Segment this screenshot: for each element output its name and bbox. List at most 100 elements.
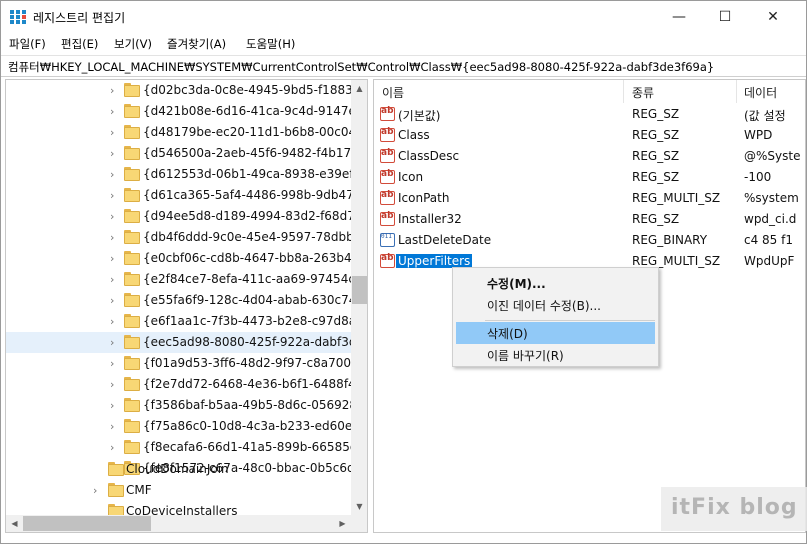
context-menu-delete[interactable]: 삭제(D) — [456, 322, 655, 344]
chevron-right-icon[interactable]: › — [110, 105, 120, 118]
chevron-right-icon[interactable]: › — [110, 315, 120, 328]
chevron-right-icon[interactable]: › — [110, 294, 120, 307]
column-divider[interactable] — [736, 80, 737, 103]
value-data: c4 85 f1 — [744, 233, 793, 247]
folder-icon — [124, 188, 140, 202]
tree-vertical-scroll-thumb[interactable] — [352, 276, 367, 304]
folder-icon — [124, 125, 140, 139]
tree-item[interactable]: › {db4f6ddd-9c0e-45e4-9597-78dbba — [6, 227, 361, 248]
column-header-data[interactable]: 데이터 — [744, 80, 777, 103]
value-name: LastDeleteDate — [398, 233, 492, 247]
tree-horizontal-scroll-thumb[interactable] — [23, 516, 151, 531]
menu-favorites[interactable]: 즐겨찾기(A) — [167, 36, 226, 52]
tree-horizontal-scrollbar[interactable]: ◀ ▶ — [6, 515, 351, 532]
chevron-right-icon[interactable]: › — [110, 336, 120, 349]
tree-item-clouddomainjoin[interactable]: CloudDomainJoin — [6, 459, 351, 480]
scroll-up-arrow-icon[interactable]: ▲ — [351, 80, 367, 97]
context-menu-rename[interactable]: 이름 바꾸기(R) — [456, 344, 655, 366]
value-type: REG_MULTI_SZ — [632, 254, 721, 268]
column-divider[interactable] — [623, 80, 624, 103]
chevron-right-icon[interactable]: › — [110, 168, 120, 181]
value-name: (기본값) — [398, 109, 441, 123]
column-header-type[interactable]: 종류 — [632, 80, 654, 103]
tree-item[interactable]: › {f75a86c0-10d8-4c3a-b233-ed60e4c — [6, 416, 366, 437]
menu-help[interactable]: 도움말(H) — [246, 36, 295, 52]
value-name: UpperFilters — [396, 254, 473, 268]
chevron-right-icon[interactable]: › — [110, 357, 120, 370]
chevron-right-icon[interactable]: › — [110, 420, 120, 433]
tree-vertical-scrollbar[interactable]: ▲ ▼ — [351, 80, 367, 515]
folder-icon — [108, 483, 124, 497]
tree-item-label: {db4f6ddd-9c0e-45e4-9597-78dbba — [143, 230, 362, 244]
tree-item[interactable]: › {d546500a-2aeb-45f6-9482-f4b1799 — [6, 143, 366, 164]
folder-icon — [108, 462, 124, 476]
tree-item[interactable]: › {d61ca365-5af4-4486-998b-9db4734 — [6, 185, 367, 206]
tree-item[interactable]: › {f8ecafa6-66d1-41a5-899b-66585d7 — [6, 437, 365, 458]
value-type: REG_SZ — [632, 212, 680, 226]
value-row[interactable]: ClassDesc REG_SZ @%Syste — [374, 146, 805, 167]
tree-item[interactable]: › {d612553d-06b1-49ca-8938-e39ef80 — [6, 164, 367, 185]
window-title: 레지스트리 편집기 — [33, 11, 126, 25]
tree-item[interactable]: › {d48179be-ec20-11d1-b6b8-00c04fa — [6, 122, 367, 143]
value-row[interactable]: IconPath REG_MULTI_SZ %system — [374, 188, 805, 209]
chevron-right-icon[interactable]: › — [110, 231, 120, 244]
chevron-right-icon[interactable]: › — [93, 484, 103, 497]
value-row[interactable]: Class REG_SZ WPD — [374, 125, 805, 146]
key-tree-pane[interactable]: › {d02bc3da-0c8e-4945-9bd5-f1883c2 › {d421b… — [5, 79, 368, 533]
folder-icon — [124, 314, 140, 328]
context-menu: 수정(M)... 이진 데이터 수정(B)... 삭제(D) 이름 바꾸기(R) — [452, 267, 659, 367]
value-row[interactable]: LastDeleteDate REG_BINARY c4 85 f1 — [374, 230, 805, 251]
minimize-button[interactable]: — — [656, 1, 702, 33]
context-menu-modify-binary[interactable]: 이진 데이터 수정(B)... — [456, 294, 655, 316]
tree-item[interactable]: › {e0cbf06c-cd8b-4647-bb8a-263b43f — [6, 248, 364, 269]
chevron-right-icon[interactable]: › — [110, 189, 120, 202]
chevron-right-icon[interactable]: › — [110, 378, 120, 391]
value-data: (값 설정 — [744, 109, 786, 123]
folder-icon — [124, 251, 140, 265]
maximize-button[interactable]: ☐ — [702, 1, 748, 33]
tree-item-selected[interactable]: › {eec5ad98-8080-425f-922a-dabf3de — [6, 332, 364, 353]
value-row[interactable]: Icon REG_SZ -100 — [374, 167, 805, 188]
title-bar[interactable]: 레지스트리 편집기 — ☐ ✕ — [1, 1, 806, 33]
context-menu-modify[interactable]: 수정(M)... — [456, 272, 655, 294]
string-value-icon — [380, 211, 395, 226]
menu-file[interactable]: 파일(F) — [9, 36, 46, 52]
menu-view[interactable]: 보기(V) — [114, 36, 152, 52]
tree-item[interactable]: › {d421b08e-6d16-41ca-9c4d-9147e5 — [6, 101, 364, 122]
registry-editor-app-icon — [10, 10, 26, 24]
scroll-right-arrow-icon[interactable]: ▶ — [334, 515, 351, 532]
chevron-right-icon[interactable]: › — [110, 126, 120, 139]
chevron-right-icon[interactable]: › — [110, 399, 120, 412]
close-button[interactable]: ✕ — [750, 1, 796, 33]
folder-icon — [124, 293, 140, 307]
tree-item-label: {f75a86c0-10d8-4c3a-b233-ed60e4c — [143, 419, 367, 433]
chevron-right-icon[interactable]: › — [110, 84, 120, 97]
value-row[interactable]: (기본값) REG_SZ (값 설정 — [374, 104, 805, 125]
tree-item[interactable]: › {e55fa6f9-128c-4d04-abab-630c74b — [6, 290, 364, 311]
address-path[interactable]: 컴퓨터₩HKEY_LOCAL_MACHINE₩SYSTEM₩CurrentCon… — [8, 59, 714, 75]
value-row[interactable]: Installer32 REG_SZ wpd_ci.d — [374, 209, 805, 230]
tree-item[interactable]: › {f2e7dd72-6468-4e36-b6f1-6488f42 — [6, 374, 363, 395]
chevron-right-icon[interactable]: › — [110, 273, 120, 286]
string-value-icon — [380, 169, 395, 184]
tree-item[interactable]: › {e6f1aa1c-7f3b-4473-b2e8-c97d8ac — [6, 311, 363, 332]
tree-item[interactable]: › {e2f84ce7-8efa-411c-aa69-97454ca4 — [6, 269, 367, 290]
chevron-right-icon[interactable]: › — [110, 147, 120, 160]
menu-edit[interactable]: 편집(E) — [61, 36, 98, 52]
scroll-left-arrow-icon[interactable]: ◀ — [6, 515, 23, 532]
address-bar[interactable]: 컴퓨터₩HKEY_LOCAL_MACHINE₩SYSTEM₩CurrentCon… — [1, 55, 806, 77]
folder-icon — [124, 377, 140, 391]
chevron-right-icon[interactable]: › — [110, 252, 120, 265]
tree-item[interactable]: › {f3586baf-b5aa-49b5-8d6c-0569284 — [6, 395, 365, 416]
string-value-icon — [380, 190, 395, 205]
tree-item[interactable]: › {d02bc3da-0c8e-4945-9bd5-f1883c2 — [6, 80, 367, 101]
tree-item[interactable]: › {f01a9d53-3ff6-48d2-9f97-c8a7004b — [6, 353, 366, 374]
tree-item-cmf[interactable]: › CMF — [6, 480, 351, 501]
tree-item-label: CloudDomainJoin — [126, 462, 229, 476]
tree-item[interactable]: › {d94ee5d8-d189-4994-83d2-f68d7d — [6, 206, 362, 227]
scroll-down-arrow-icon[interactable]: ▼ — [351, 498, 367, 515]
chevron-right-icon[interactable]: › — [110, 441, 120, 454]
value-data: -100 — [744, 170, 772, 184]
chevron-right-icon[interactable]: › — [110, 210, 120, 223]
column-header-name[interactable]: 이름 — [382, 80, 404, 103]
